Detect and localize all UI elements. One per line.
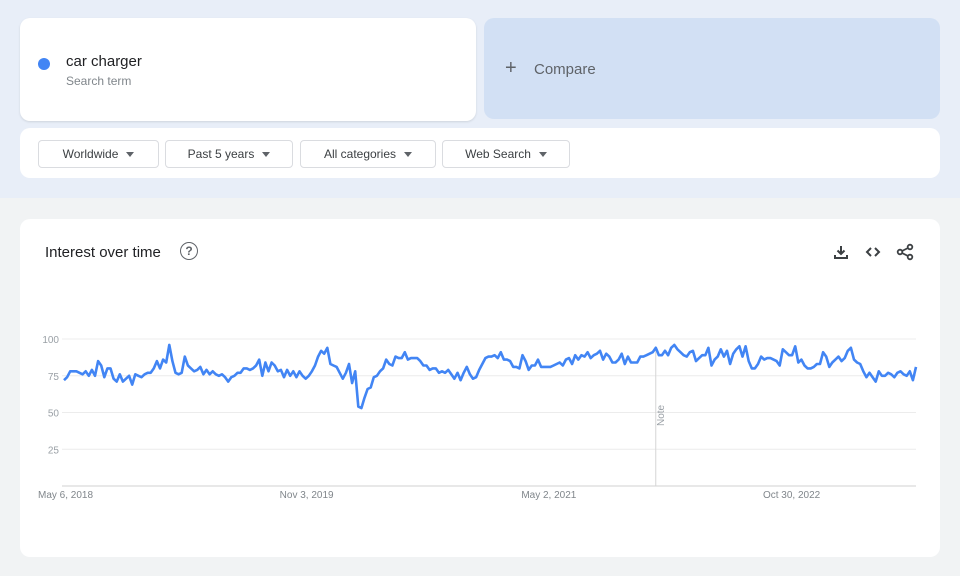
caret-down-icon (538, 151, 547, 157)
filter-category-dropdown[interactable]: All categories (300, 140, 436, 168)
y-tick-label-75: 75 (48, 372, 60, 383)
filter-category-label: All categories (323, 147, 397, 161)
line-chart[interactable]: 25 50 75 100 May 6, 2018 Nov 3, 2019 May 2, 2… (20, 219, 940, 557)
series-layer (63, 343, 918, 410)
x-axis-labels: May 6, 2018 Nov 3, 2019 May 2, 2021 Oct 30,… (38, 490, 821, 501)
search-term-subtitle: Search term (66, 74, 132, 88)
x-tick-label: Nov 3, 2019 (280, 490, 334, 501)
filter-property-label: Web Search (465, 147, 531, 161)
plus-icon: + (505, 57, 517, 79)
search-term-name[interactable]: car charger (66, 53, 142, 70)
compare-button[interactable]: + Compare (484, 18, 940, 119)
filter-time-label: Past 5 years (187, 147, 255, 161)
filter-bar: Worldwide Past 5 years All categories We… (20, 128, 940, 178)
series-color-dot (38, 58, 50, 70)
filter-time-dropdown[interactable]: Past 5 years (165, 140, 293, 168)
y-tick-label-100: 100 (42, 335, 59, 346)
caret-down-icon (404, 151, 413, 157)
x-tick-label: May 6, 2018 (38, 490, 93, 501)
y-axis-labels: 25 50 75 100 (42, 335, 59, 456)
filter-region-dropdown[interactable]: Worldwide (38, 140, 159, 168)
y-tick-label-25: 25 (48, 445, 60, 456)
interest-over-time-panel: Interest over time ? 25 50 75 100 May 6, 20… (20, 219, 940, 557)
note-label: Note (656, 404, 667, 426)
note-annotation: Note (655, 347, 667, 486)
search-term-card[interactable]: car charger Search term (20, 18, 476, 121)
x-tick-label: Oct 30, 2022 (763, 490, 821, 501)
filter-region-label: Worldwide (62, 147, 119, 161)
x-tick-label: May 2, 2021 (521, 490, 576, 501)
grid-lines (62, 338, 916, 487)
filter-property-dropdown[interactable]: Web Search (442, 140, 570, 168)
caret-down-icon (126, 151, 135, 157)
caret-down-icon (262, 151, 271, 157)
compare-label: Compare (534, 61, 596, 78)
y-tick-label-50: 50 (48, 409, 60, 420)
